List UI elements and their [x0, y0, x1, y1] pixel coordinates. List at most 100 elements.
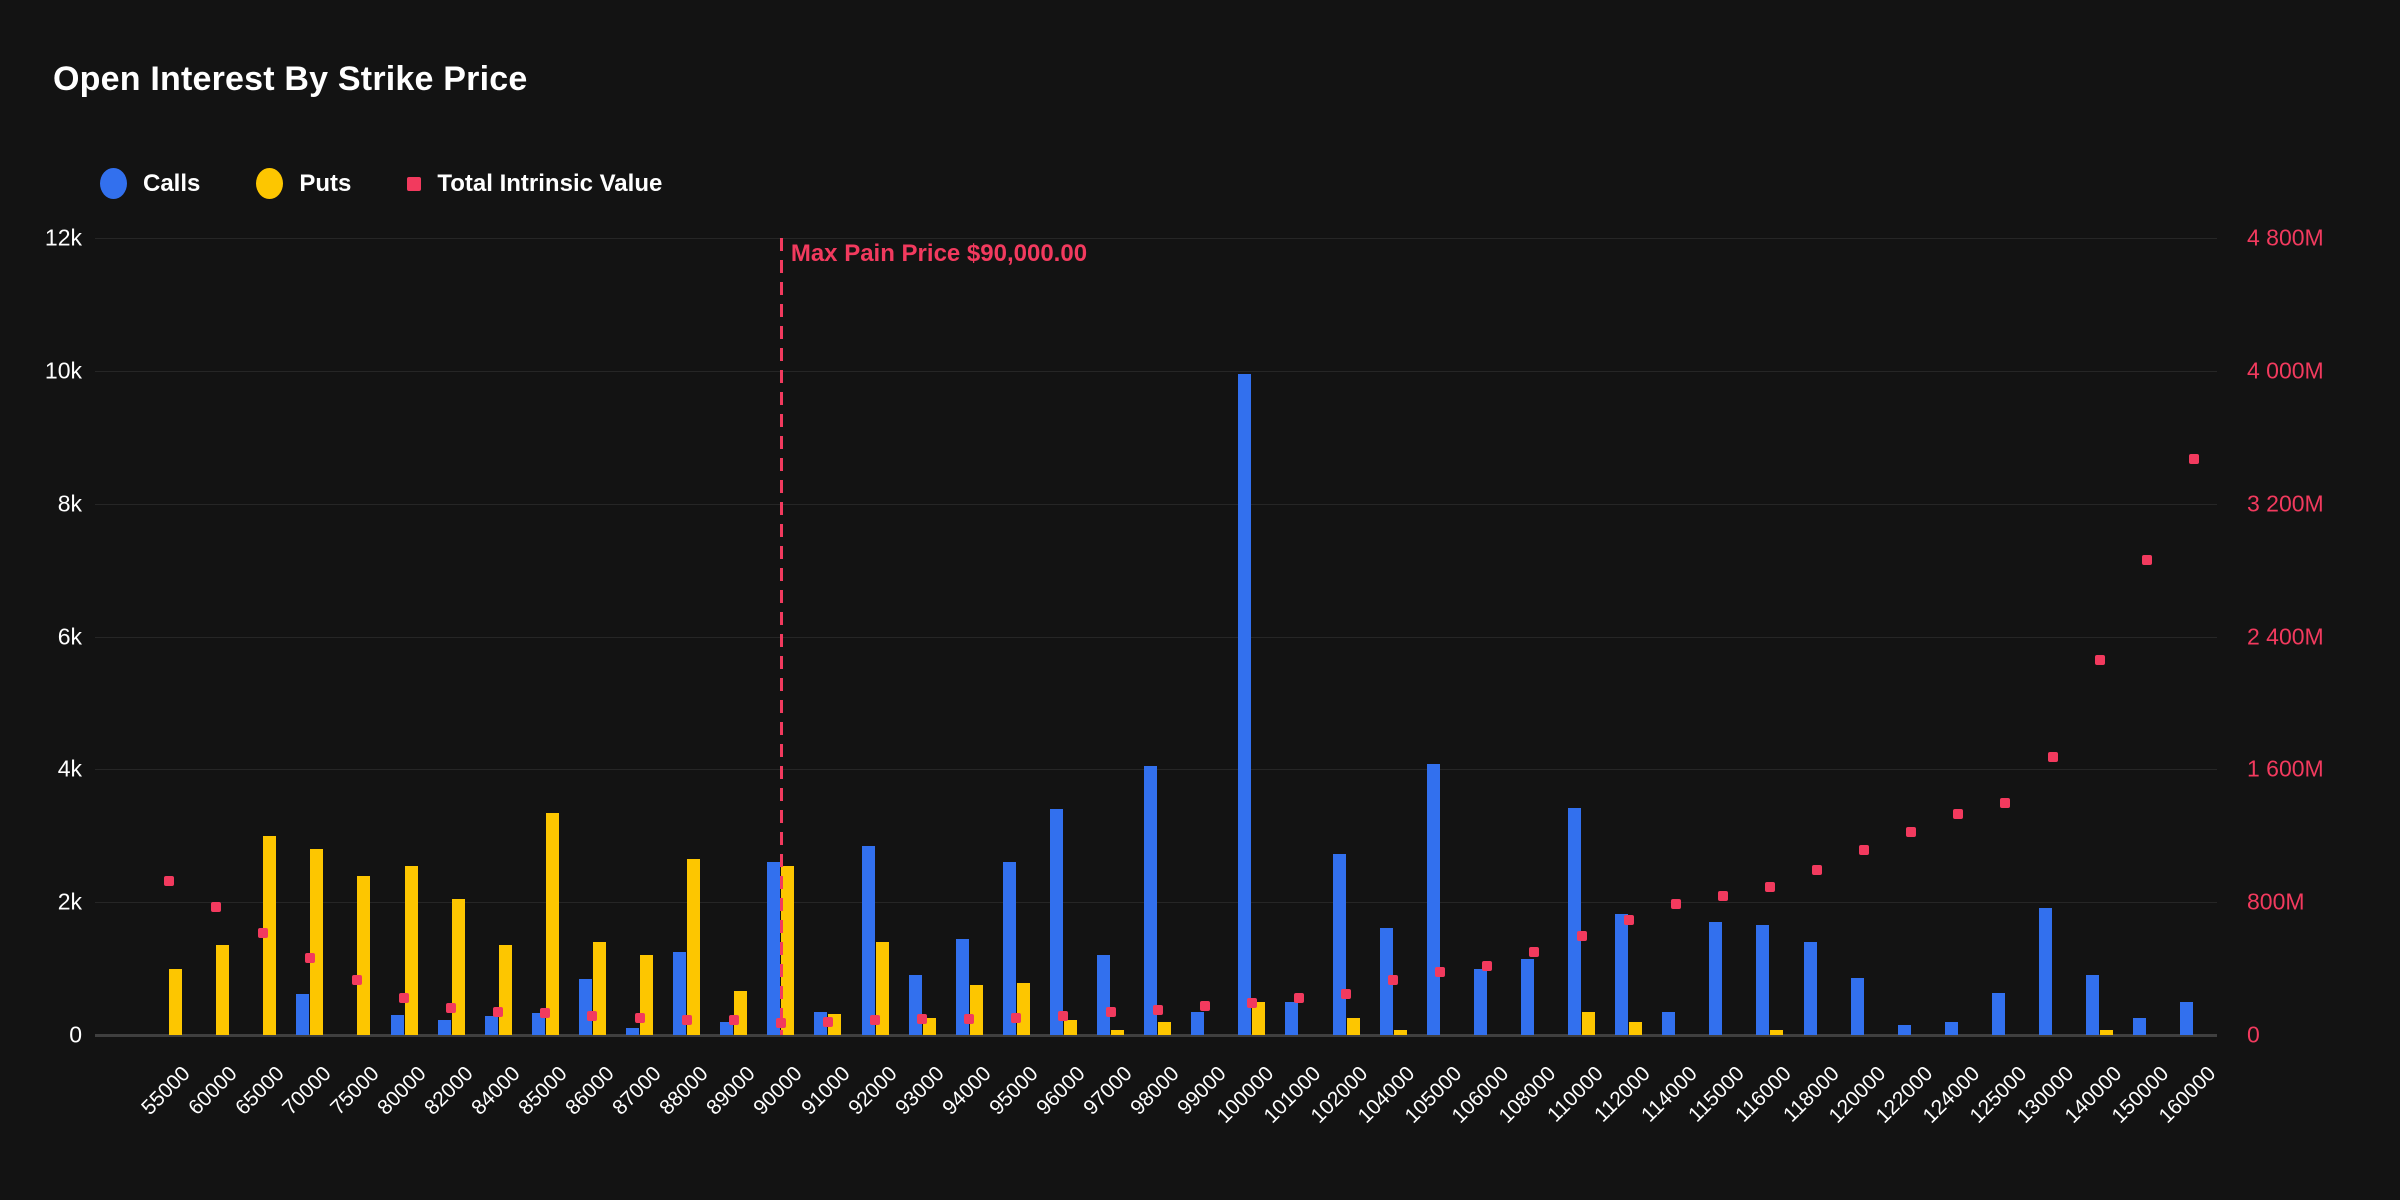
puts-bar[interactable] — [734, 991, 747, 1035]
calls-bar[interactable] — [1474, 969, 1487, 1035]
total-intrinsic-value-point[interactable] — [1058, 1011, 1068, 1021]
total-intrinsic-value-point[interactable] — [1294, 993, 1304, 1003]
total-intrinsic-value-point[interactable] — [587, 1011, 597, 1021]
puts-bar[interactable] — [1629, 1022, 1642, 1035]
calls-bar[interactable] — [1097, 955, 1110, 1035]
calls-bar[interactable] — [438, 1020, 451, 1035]
puts-bar[interactable] — [1111, 1030, 1124, 1035]
total-intrinsic-value-point[interactable] — [2189, 454, 2199, 464]
total-intrinsic-value-point[interactable] — [2048, 752, 2058, 762]
calls-bar[interactable] — [1427, 764, 1440, 1035]
total-intrinsic-value-point[interactable] — [1953, 809, 1963, 819]
calls-bar[interactable] — [1568, 808, 1581, 1035]
puts-bar[interactable] — [1017, 983, 1030, 1035]
calls-bar[interactable] — [1003, 862, 1016, 1035]
total-intrinsic-value-point[interactable] — [1624, 915, 1634, 925]
puts-bar[interactable] — [310, 849, 323, 1035]
puts-bar[interactable] — [357, 876, 370, 1035]
total-intrinsic-value-point[interactable] — [1671, 899, 1681, 909]
calls-bar[interactable] — [1709, 922, 1722, 1035]
calls-bar[interactable] — [767, 862, 780, 1035]
total-intrinsic-value-point[interactable] — [823, 1017, 833, 1027]
puts-bar[interactable] — [781, 866, 794, 1035]
calls-bar[interactable] — [579, 979, 592, 1035]
calls-bar[interactable] — [1144, 766, 1157, 1035]
total-intrinsic-value-point[interactable] — [1529, 947, 1539, 957]
calls-bar[interactable] — [2133, 1018, 2146, 1035]
total-intrinsic-value-point[interactable] — [399, 993, 409, 1003]
total-intrinsic-value-point[interactable] — [1153, 1005, 1163, 1015]
puts-bar[interactable] — [169, 969, 182, 1035]
total-intrinsic-value-point[interactable] — [540, 1008, 550, 1018]
calls-bar[interactable] — [296, 994, 309, 1035]
total-intrinsic-value-point[interactable] — [964, 1014, 974, 1024]
puts-bar[interactable] — [1158, 1022, 1171, 1035]
calls-bar[interactable] — [1662, 1012, 1675, 1035]
total-intrinsic-value-point[interactable] — [1388, 975, 1398, 985]
total-intrinsic-value-point[interactable] — [1718, 891, 1728, 901]
legend-item-calls[interactable]: Calls — [100, 168, 200, 199]
calls-bar[interactable] — [2086, 975, 2099, 1035]
total-intrinsic-value-point[interactable] — [164, 876, 174, 886]
puts-bar[interactable] — [1582, 1012, 1595, 1035]
calls-bar[interactable] — [1851, 978, 1864, 1035]
total-intrinsic-value-point[interactable] — [917, 1014, 927, 1024]
total-intrinsic-value-point[interactable] — [870, 1015, 880, 1025]
calls-bar[interactable] — [391, 1015, 404, 1035]
total-intrinsic-value-point[interactable] — [2142, 555, 2152, 565]
calls-bar[interactable] — [1804, 942, 1817, 1035]
calls-bar[interactable] — [1898, 1025, 1911, 1035]
calls-bar[interactable] — [1333, 854, 1346, 1035]
total-intrinsic-value-point[interactable] — [211, 902, 221, 912]
total-intrinsic-value-point[interactable] — [1011, 1013, 1021, 1023]
total-intrinsic-value-point[interactable] — [1765, 882, 1775, 892]
calls-bar[interactable] — [1756, 925, 1769, 1035]
total-intrinsic-value-point[interactable] — [1812, 865, 1822, 875]
legend-item-puts[interactable]: Puts — [256, 168, 351, 199]
total-intrinsic-value-point[interactable] — [1482, 961, 1492, 971]
puts-bar[interactable] — [546, 813, 559, 1035]
total-intrinsic-value-point[interactable] — [1859, 845, 1869, 855]
total-intrinsic-value-point[interactable] — [258, 928, 268, 938]
calls-bar[interactable] — [485, 1016, 498, 1035]
puts-bar[interactable] — [593, 942, 606, 1035]
calls-bar[interactable] — [1945, 1022, 1958, 1035]
total-intrinsic-value-point[interactable] — [1577, 931, 1587, 941]
calls-bar[interactable] — [862, 846, 875, 1035]
puts-bar[interactable] — [1394, 1030, 1407, 1035]
total-intrinsic-value-point[interactable] — [635, 1013, 645, 1023]
puts-bar[interactable] — [499, 945, 512, 1035]
total-intrinsic-value-point[interactable] — [729, 1015, 739, 1025]
total-intrinsic-value-point[interactable] — [2000, 798, 2010, 808]
calls-bar[interactable] — [1191, 1012, 1204, 1035]
puts-bar[interactable] — [405, 866, 418, 1035]
puts-bar[interactable] — [452, 899, 465, 1035]
total-intrinsic-value-point[interactable] — [682, 1015, 692, 1025]
total-intrinsic-value-point[interactable] — [1247, 998, 1257, 1008]
calls-bar[interactable] — [2180, 1002, 2193, 1035]
total-intrinsic-value-point[interactable] — [446, 1003, 456, 1013]
puts-bar[interactable] — [1770, 1030, 1783, 1035]
total-intrinsic-value-point[interactable] — [1200, 1001, 1210, 1011]
calls-bar[interactable] — [2039, 908, 2052, 1035]
puts-bar[interactable] — [970, 985, 983, 1035]
calls-bar[interactable] — [626, 1028, 639, 1035]
total-intrinsic-value-point[interactable] — [352, 975, 362, 985]
calls-bar[interactable] — [1050, 809, 1063, 1035]
total-intrinsic-value-point[interactable] — [1435, 967, 1445, 977]
calls-bar[interactable] — [1238, 374, 1251, 1035]
puts-bar[interactable] — [2100, 1030, 2113, 1035]
calls-bar[interactable] — [909, 975, 922, 1035]
calls-bar[interactable] — [1285, 1002, 1298, 1035]
calls-bar[interactable] — [1521, 959, 1534, 1035]
calls-bar[interactable] — [1615, 914, 1628, 1035]
puts-bar[interactable] — [1064, 1020, 1077, 1035]
puts-bar[interactable] — [216, 945, 229, 1035]
puts-bar[interactable] — [687, 859, 700, 1035]
total-intrinsic-value-point[interactable] — [2095, 655, 2105, 665]
legend-item-total-intrinsic-value[interactable]: Total Intrinsic Value — [407, 170, 662, 198]
total-intrinsic-value-point[interactable] — [493, 1007, 503, 1017]
puts-bar[interactable] — [640, 955, 653, 1035]
puts-bar[interactable] — [1347, 1018, 1360, 1035]
total-intrinsic-value-point[interactable] — [1906, 827, 1916, 837]
